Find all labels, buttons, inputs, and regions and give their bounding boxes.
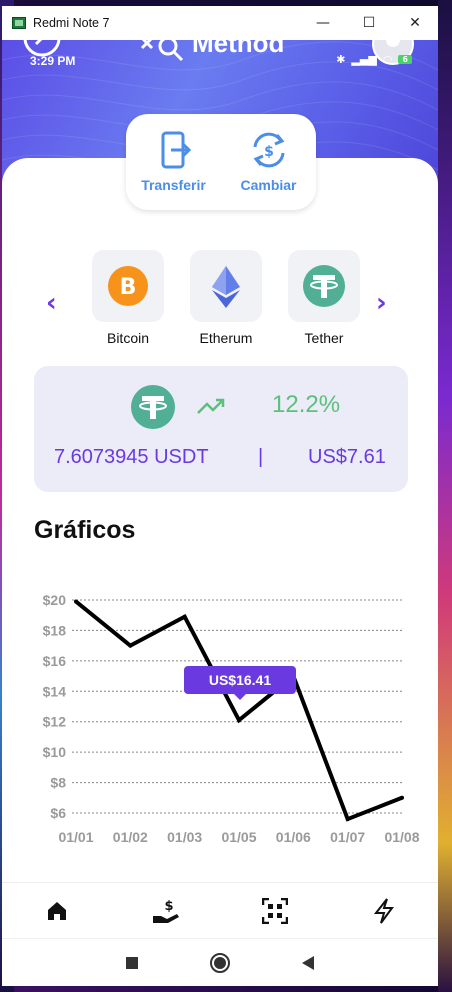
svg-text:$: $ (164, 899, 173, 914)
carousel-prev-icon[interactable]: ‹ (46, 288, 57, 318)
status-time: 3:29 PM (30, 54, 76, 68)
y-tick-label: $6 (50, 805, 66, 821)
transfer-button[interactable]: Transferir (126, 114, 221, 210)
phone-screen: Method 3:29 PM ✱ ▂▄▆ ◠ 6 Transferir $ Ca… (2, 40, 438, 986)
x-tick-label: 01/05 (221, 829, 256, 845)
qr-scan-icon (261, 897, 288, 924)
window-titlebar[interactable]: Redmi Note 7 — ☐ ✕ (2, 6, 438, 40)
balance-separator: | (258, 446, 264, 468)
data-point (400, 795, 404, 800)
window-title: Redmi Note 7 (33, 16, 110, 30)
coin-label: Etherum (199, 330, 253, 346)
x-tick-label: 01/07 (330, 829, 365, 845)
coin-item-ethereum[interactable]: Etherum (190, 250, 262, 346)
close-button[interactable]: ✕ (392, 6, 438, 40)
exchange-icon: $ (253, 132, 284, 168)
app-title: Method (192, 40, 285, 58)
data-point (182, 614, 187, 619)
system-nav-bar (2, 938, 438, 986)
section-title: Gráficos (34, 516, 136, 544)
wifi-icon: ◠ (382, 53, 393, 66)
signal-icon: ▂▄▆ (351, 53, 377, 66)
actions-card: Transferir $ Cambiar (126, 114, 316, 210)
bluetooth-icon: ✱ (336, 53, 346, 66)
y-tick-label: $18 (43, 622, 67, 638)
x-tick-label: 01/06 (276, 829, 311, 845)
price-line (74, 599, 403, 822)
bolt-icon (373, 897, 394, 924)
crypto-balance: 7.6073945 USDT (54, 446, 209, 468)
bottom-nav: $ (2, 882, 438, 938)
svg-text:$: $ (264, 144, 274, 160)
coin-label: Bitcoin (106, 330, 150, 346)
back-icon[interactable] (301, 955, 315, 971)
y-tick-label: $8 (50, 775, 66, 791)
tether-icon (131, 385, 175, 429)
recent-apps-icon[interactable] (125, 956, 139, 970)
carousel-next-icon[interactable]: › (376, 288, 387, 318)
trending-up-icon (197, 398, 225, 414)
price-chart[interactable]: $20 $18 $16 $14 $12 $10 $8 $6 01/01 01/02 01/03 01/… (2, 580, 438, 880)
battery-icon: 6 (398, 55, 412, 64)
data-point (128, 643, 133, 648)
nav-payment[interactable]: $ (111, 883, 220, 938)
tether-icon (303, 265, 345, 307)
y-tick-label: $10 (43, 744, 67, 760)
transfer-label: Transferir (141, 177, 206, 193)
emulator-window: Redmi Note 7 — ☐ ✕ Method 3:29 PM ✱ ▂▄▆ … (2, 6, 438, 986)
data-point (74, 599, 78, 604)
nav-qr[interactable] (220, 883, 329, 938)
minimize-button[interactable]: — (300, 6, 346, 40)
coin-item-bitcoin[interactable]: B Bitcoin (92, 250, 164, 346)
svg-text:B: B (120, 275, 137, 300)
coin-label: Tether (304, 330, 344, 346)
coin-carousel: ‹ B Bitcoin Etherum Tether › (2, 250, 438, 350)
nav-bolt[interactable] (329, 883, 438, 938)
y-tick-label: $12 (43, 714, 67, 730)
payment-icon: $ (152, 899, 179, 923)
ethereum-icon (212, 266, 240, 308)
status-icons: ✱ ▂▄▆ ◠ 6 (336, 53, 412, 66)
x-tick-label: 01/01 (58, 829, 93, 845)
exchange-label: Cambiar (240, 177, 297, 193)
x-tick-label: 01/03 (167, 829, 202, 845)
data-point (345, 817, 350, 822)
balance-card: 12.2% 7.6073945 USDT | US$7.61 (34, 366, 408, 492)
home-icon (47, 901, 66, 920)
coin-item-tether[interactable]: Tether (288, 250, 360, 346)
home-circle-icon[interactable] (209, 952, 231, 974)
x-tick-label: 01/08 (384, 829, 419, 845)
x-tick-label: 01/02 (113, 829, 148, 845)
data-point (237, 718, 241, 723)
exchange-button[interactable]: $ Cambiar (221, 114, 316, 210)
desktop-background-right (438, 0, 452, 992)
y-tick-label: $16 (43, 653, 67, 669)
fiat-balance: US$7.61 (308, 446, 386, 468)
transfer-icon (161, 131, 191, 169)
bitcoin-icon: B (108, 266, 148, 306)
nav-home[interactable] (2, 883, 111, 938)
tooltip-pointer (234, 694, 246, 700)
tooltip-label: US$16.41 (209, 672, 271, 688)
search-icon[interactable] (140, 40, 186, 66)
maximize-button[interactable]: ☐ (346, 6, 392, 40)
y-tick-label: $20 (43, 592, 67, 608)
price-change: 12.2% (272, 391, 341, 418)
app-window-icon (12, 17, 26, 29)
y-tick-label: $14 (43, 683, 67, 699)
